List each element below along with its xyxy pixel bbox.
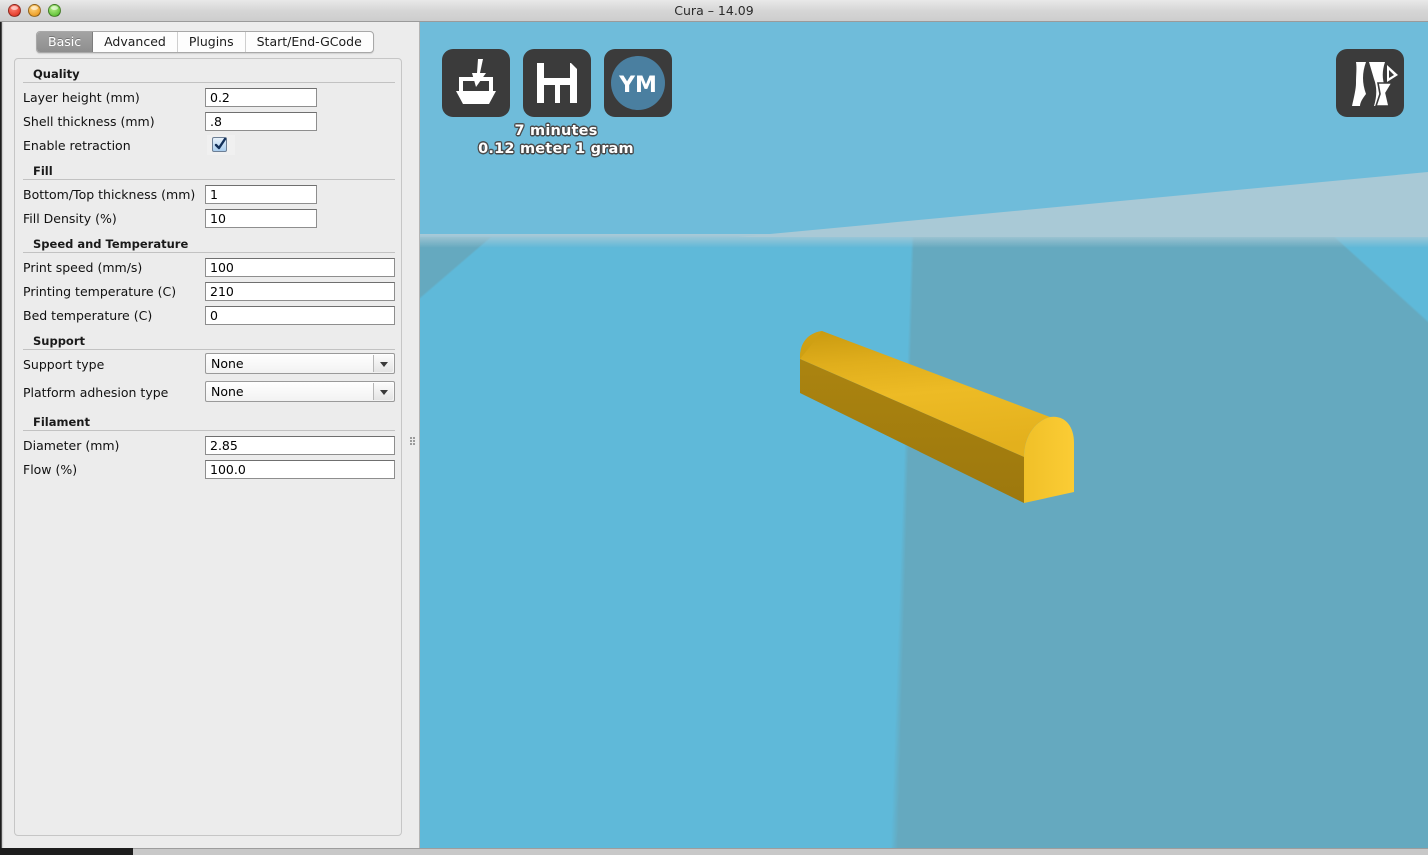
view-mode-icon[interactable] <box>1336 49 1404 117</box>
window-bottom-edge <box>0 848 1428 855</box>
section-divider <box>23 252 395 253</box>
label-shell-thickness-mm: Shell thickness (mm) <box>23 114 155 129</box>
section-divider <box>23 179 395 180</box>
splitter-grip-icon <box>409 436 416 445</box>
select-value-support-type: None <box>211 356 244 371</box>
tab-plugins[interactable]: Plugins <box>178 32 246 52</box>
label-bottom-top-thickness-mm: Bottom/Top thickness (mm) <box>23 187 196 202</box>
save-toolpath-icon[interactable] <box>523 49 591 117</box>
section-header-filament: Filament <box>33 415 90 429</box>
3d-viewport[interactable]: YM 7 minutes 0.12 meter 1 gram <box>420 22 1428 850</box>
label-layer-height-mm: Layer height (mm) <box>23 90 140 105</box>
window-bottom-left-edge <box>0 848 133 855</box>
settings-tab-bar: Basic Advanced Plugins Start/End-GCode <box>36 31 374 53</box>
label-diameter-mm: Diameter (mm) <box>23 438 120 453</box>
settings-content: Quality Layer height (mm) 0.2 Shell thickne… <box>14 58 402 836</box>
panel-splitter[interactable] <box>406 22 419 850</box>
horizon-line <box>420 234 1428 248</box>
section-header-speed-and-temperature: Speed and Temperature <box>33 237 189 251</box>
label-printing-temperature-c: Printing temperature (C) <box>23 284 177 299</box>
input-layer-height-mm[interactable]: 0.2 <box>205 88 317 107</box>
input-diameter-mm[interactable]: 2.85 <box>205 436 395 455</box>
svg-text:YM: YM <box>618 73 657 98</box>
input-flow[interactable]: 100.0 <box>205 460 395 479</box>
youmagine-share-icon[interactable]: YM <box>604 49 672 117</box>
label-platform-adhesion-type: Platform adhesion type <box>23 385 169 400</box>
section-header-fill: Fill <box>33 164 53 178</box>
section-divider <box>23 430 395 431</box>
input-print-speed-mm-s[interactable]: 100 <box>205 258 395 277</box>
window-left-edge <box>0 22 4 850</box>
label-support-type: Support type <box>23 357 105 372</box>
input-bed-temperature-c[interactable]: 0 <box>205 306 395 325</box>
print-info: 7 minutes 0.12 meter 1 gram <box>420 122 692 158</box>
print-material: 0.12 meter 1 gram <box>478 141 634 157</box>
select-value-platform-adhesion-type: None <box>211 384 244 399</box>
input-fill-density[interactable]: 10 <box>205 209 317 228</box>
label-flow: Flow (%) <box>23 462 78 477</box>
label-print-speed-mm-s: Print speed (mm/s) <box>23 260 143 275</box>
select-support-type[interactable]: None <box>205 353 395 374</box>
chevron-down-icon[interactable] <box>373 355 393 372</box>
tab-basic[interactable]: Basic <box>37 32 94 52</box>
section-divider <box>23 349 395 350</box>
section-header-support: Support <box>33 334 86 348</box>
tab-start-end-gcode[interactable]: Start/End-GCode <box>246 32 373 52</box>
input-shell-thickness-mm[interactable]: .8 <box>205 112 317 131</box>
window-title: Cura – 14.09 <box>674 3 754 18</box>
tab-advanced[interactable]: Advanced <box>93 32 178 52</box>
chevron-down-icon[interactable] <box>373 383 393 400</box>
checkbox-box-icon <box>212 137 227 152</box>
settings-panel: Basic Advanced Plugins Start/End-GCode Qual… <box>0 22 420 850</box>
title-bar: Cura – 14.09 <box>0 0 1428 22</box>
load-model-icon[interactable] <box>442 49 510 117</box>
rounded-bar-model[interactable] <box>792 317 1102 522</box>
select-platform-adhesion-type[interactable]: None <box>205 381 395 402</box>
viewport-toolbar: YM <box>442 49 672 117</box>
checkbox-enable-retraction[interactable] <box>207 135 235 155</box>
input-bottom-top-thickness-mm[interactable]: 1 <box>205 185 317 204</box>
label-enable-retraction: Enable retraction <box>23 138 131 153</box>
label-fill-density: Fill Density (%) <box>23 211 117 226</box>
application-window: Cura – 14.09 Basic Advanced Plugins Start/E… <box>0 0 1428 855</box>
section-divider <box>23 82 395 83</box>
section-header-quality: Quality <box>33 67 80 81</box>
input-printing-temperature-c[interactable]: 210 <box>205 282 395 301</box>
print-time: 7 minutes <box>514 123 598 139</box>
label-bed-temperature-c: Bed temperature (C) <box>23 308 153 323</box>
